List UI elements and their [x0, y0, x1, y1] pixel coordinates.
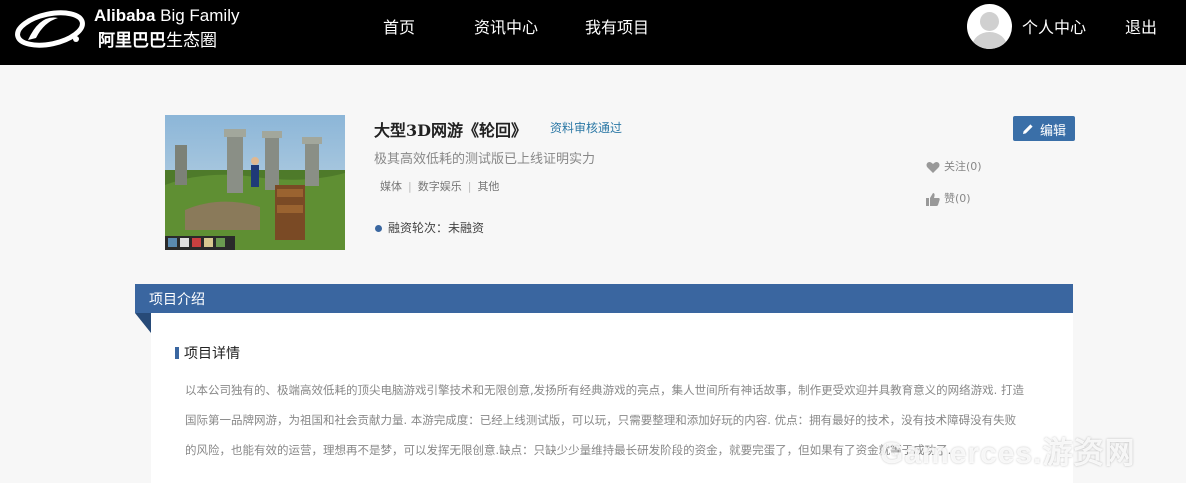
nav-my-projects[interactable]: 我有项目 — [585, 14, 649, 38]
section-title: 项目介绍 — [149, 292, 205, 308]
tag-item[interactable]: 媒体 — [380, 180, 402, 193]
funding-round-label: 融资轮次：未融资 — [388, 221, 485, 235]
project-intro-section-header: 项目介绍 — [135, 284, 1073, 313]
tag-separator: | — [408, 180, 412, 193]
logo-chinese-text: 阿里巴巴生态圈 — [98, 31, 217, 51]
follow-button[interactable]: 关注(0) — [926, 158, 982, 174]
edit-button-label: 编辑 — [1040, 124, 1067, 139]
logout-link[interactable]: 退出 — [1125, 14, 1157, 38]
heading-marker-icon — [175, 347, 179, 359]
alibaba-logo[interactable]: Alibaba Big Family 阿里巴巴生态圈 — [14, 4, 264, 51]
bullet-icon — [375, 225, 382, 232]
project-thumbnail — [165, 115, 345, 250]
project-title: 大型3D网游《轮回》 — [374, 121, 528, 140]
top-navigation-bar: Alibaba Big Family 阿里巴巴生态圈 首页 资讯中心 我有项目 … — [0, 0, 1186, 65]
heart-icon — [926, 161, 940, 173]
logo-english-text: Alibaba Big Family — [94, 6, 240, 25]
pencil-icon — [1023, 124, 1033, 134]
nav-home[interactable]: 首页 — [383, 14, 415, 38]
nav-news-center[interactable]: 资讯中心 — [474, 14, 538, 38]
review-status-badge: 资料审核通过 — [550, 121, 623, 135]
user-avatar[interactable] — [967, 4, 1012, 49]
nav-user-center[interactable]: 个人中心 — [1022, 14, 1086, 38]
thumbs-up-icon — [926, 192, 940, 206]
project-details-title: 项目详情 — [184, 346, 240, 362]
tag-item[interactable]: 其他 — [477, 180, 499, 193]
avatar-head-shape — [980, 12, 999, 31]
edit-button[interactable]: 编辑 — [1013, 116, 1075, 141]
tag-item[interactable]: 数字娱乐 — [418, 180, 462, 193]
watermark: Gamerces.游资网 — [880, 437, 1136, 470]
funding-round: 融资轮次：未融资 — [375, 219, 484, 236]
like-button[interactable]: 赞(0) — [926, 190, 971, 206]
ribbon-fold-decoration — [135, 313, 151, 333]
alibaba-logo-mark-icon — [15, 10, 85, 48]
project-subtitle: 极其高效低耗的测试版已上线证明实力 — [374, 152, 596, 167]
like-count-label: 赞(0) — [944, 192, 971, 205]
project-details-heading: 项目详情 — [175, 343, 240, 363]
avatar-body-shape — [972, 32, 1007, 49]
project-tags: 媒体 | 数字娱乐 | 其他 — [380, 178, 499, 194]
tag-separator: | — [467, 180, 472, 193]
follow-count-label: 关注(0) — [944, 160, 982, 173]
